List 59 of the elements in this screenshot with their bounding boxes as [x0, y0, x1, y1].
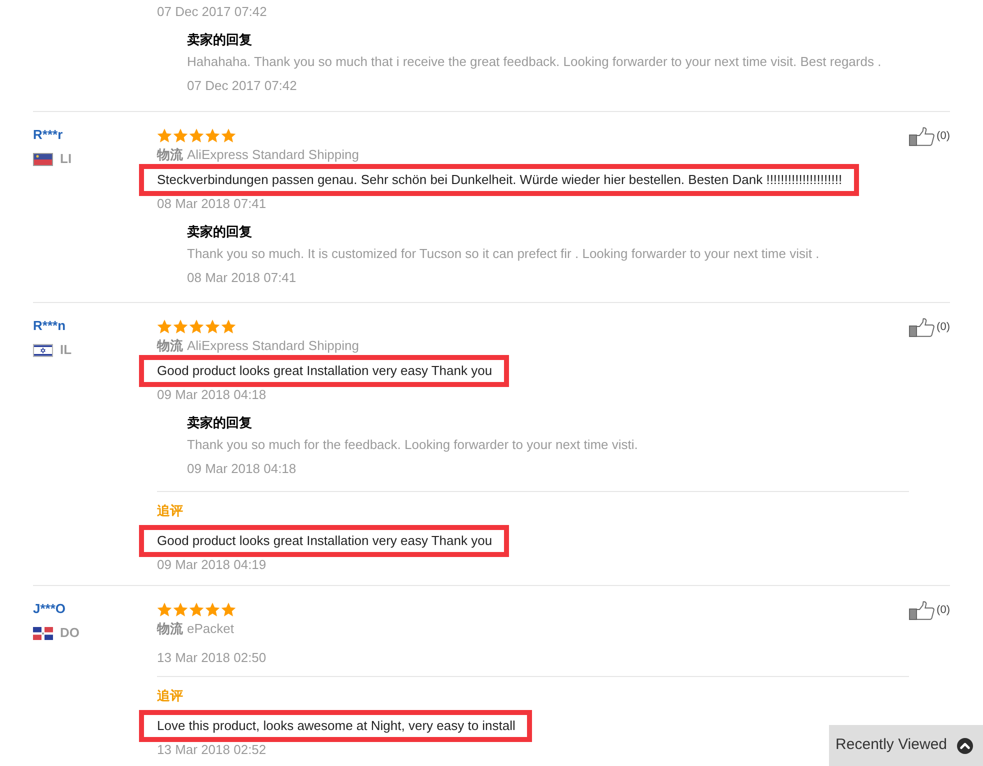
review-date: 13 Mar 2018 02:50: [157, 650, 266, 666]
user-name: R***r: [33, 126, 63, 144]
review-text: Good product looks great Installation very easy Thank you: [157, 532, 492, 550]
star-icon: [157, 602, 172, 616]
seller-reply-heading: 卖家的回复: [187, 223, 253, 241]
country-code: IL: [60, 341, 72, 360]
star-icon: [205, 602, 220, 616]
user-name: R***n: [33, 317, 66, 335]
review-date: 09 Mar 2018 04:19: [157, 557, 266, 573]
review-date: 13 Mar 2018 02:52: [157, 742, 266, 758]
like-button[interactable]: (0): [908, 317, 950, 337]
review-text: Love this product, looks awesome at Night, very easy to install: [157, 717, 516, 735]
like-button[interactable]: (0): [908, 126, 950, 146]
review-text: Steckverbindungen passen genau. Sehr schön bei Dunkelheit. Würde wieder hier bestellen. Besten Dank !!!!!!!!!!!!!!!!!!!!!: [157, 171, 842, 189]
star-icon: [189, 128, 204, 142]
reply-date: 07 Dec 2017 07:42: [187, 77, 298, 95]
follow-up-label: 追评: [157, 502, 183, 520]
seller-reply-text: Thank you so much. It is customized for Tucson so it can prefect fir . Looking forwarder to your next time visit .: [187, 245, 820, 263]
reply-date: 08 Mar 2018 07:41: [187, 269, 298, 287]
chevron-up-icon: [957, 738, 973, 754]
recently-viewed-button[interactable]: Recently Viewed: [829, 725, 983, 766]
shipping-label: 物流: [157, 337, 183, 356]
shipping-method: AliExpress Standard Shipping: [187, 146, 359, 164]
review-date: 08 Mar 2018 07:41: [157, 196, 266, 212]
star-icon: [221, 602, 236, 616]
shipping-method: ePacket: [187, 620, 234, 638]
seller-reply-heading: 卖家的回复: [187, 31, 253, 49]
seller-reply-text: Thank you so much for the feedback. Looking forwarder to your next time visti.: [187, 436, 639, 454]
seller-reply-heading: 卖家的回复: [187, 414, 253, 432]
star-icon: [157, 128, 172, 142]
user-name: J***O: [33, 600, 66, 618]
star-icon: [221, 128, 236, 142]
thumbs-up-icon: [908, 318, 935, 336]
star-icon: [221, 318, 236, 334]
star-icon: [173, 318, 188, 334]
star-icon: [189, 602, 204, 616]
shipping-label: 物流: [157, 146, 183, 164]
follow-up-label: 追评: [157, 687, 183, 705]
review-date: 09 Mar 2018 04:18: [157, 387, 266, 403]
thumbs-up-icon: [908, 600, 935, 620]
seller-reply-text: Hahahaha. Thank you so much that i receive the great feedback. Looking forwarder to your next time visit. Best regards .: [187, 53, 882, 71]
like-button[interactable]: (0): [908, 600, 950, 620]
flag-icon: [33, 344, 53, 356]
review-date: 07 Dec 2017 07:42: [157, 4, 268, 20]
shipping-label: 物流: [157, 620, 183, 638]
star-icon: [173, 128, 188, 142]
star-icon: [173, 602, 188, 616]
country-code: LI: [60, 150, 72, 168]
flag-icon: [33, 626, 53, 640]
star-icon: [157, 318, 172, 334]
star-icon: [189, 318, 204, 334]
star-icon: [205, 318, 220, 334]
review-text: Good product looks great Installation very easy Thank you: [157, 362, 492, 380]
reply-date: 09 Mar 2018 04:18: [187, 460, 298, 478]
thumbs-up-icon: [908, 126, 935, 146]
country-code: DO: [60, 624, 80, 642]
flag-icon: [33, 152, 53, 166]
shipping-method: AliExpress Standard Shipping: [187, 337, 359, 356]
star-icon: [205, 128, 220, 142]
